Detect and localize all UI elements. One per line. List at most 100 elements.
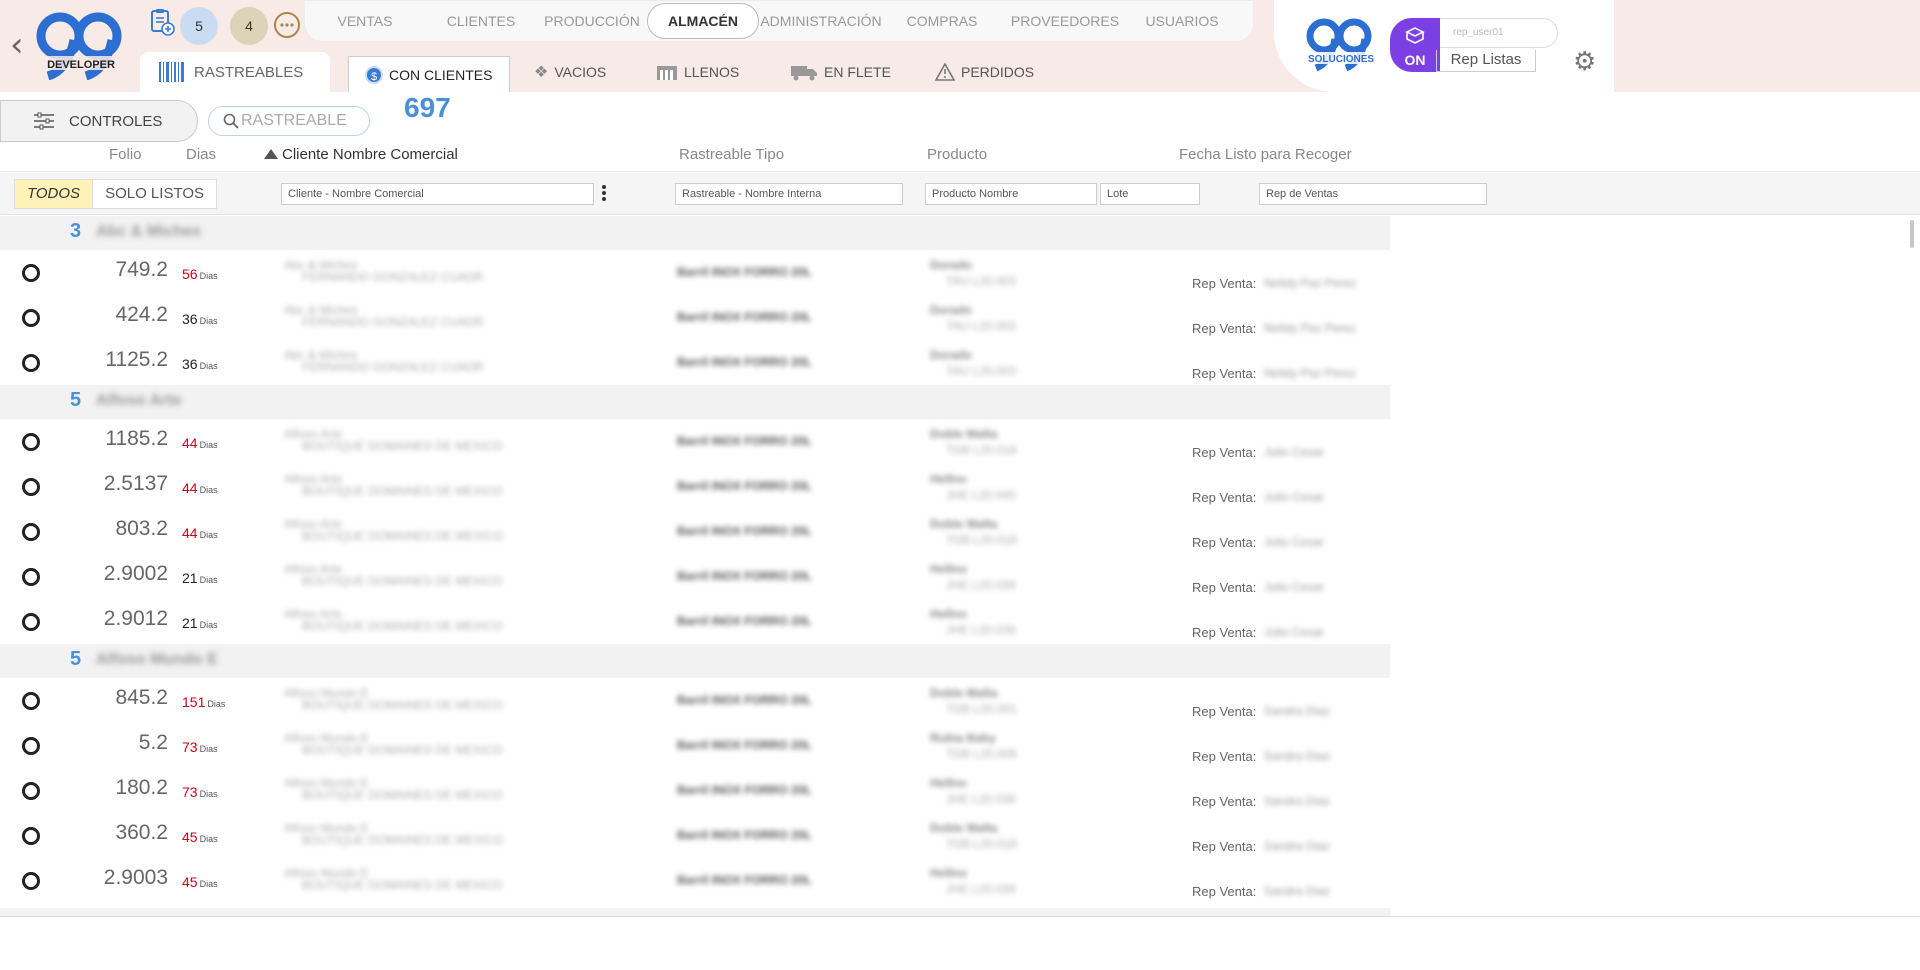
dias-unit: Dias (199, 530, 218, 540)
lote-filter-input[interactable]: Lote (1100, 183, 1200, 205)
developer-logo-caption: DEVELOPER (47, 59, 115, 71)
row-select-radio[interactable] (22, 872, 40, 890)
tab-en-flete-label: EN FLETE (824, 64, 891, 80)
client-legal-name: BOUTIQUE DOMAINES DE MEXICO (302, 743, 503, 757)
table-row[interactable]: 2.9003 45 Dias Alfoso Mundo E BOUTIQUE DOMAI… (0, 858, 1390, 903)
table-row[interactable]: 803.2 44 Dias Alfoso Arte BOUTIQUE DOMAINES … (0, 509, 1390, 554)
tab-en-flete[interactable]: EN FLETE (790, 52, 891, 92)
product-name: Dorado (930, 348, 972, 362)
rep-listas-button[interactable]: Rep Listas (1436, 50, 1536, 72)
column-dias[interactable]: Dias (186, 146, 216, 163)
gear-icon[interactable]: ⚙ (1573, 48, 1599, 74)
rastreable-type: Barril INOX FORRO 20L (677, 265, 812, 279)
group-count: 5 (70, 648, 82, 670)
table-row[interactable]: 360.2 45 Dias Alfoso Mundo E BOUTIQUE DOMAIN… (0, 813, 1390, 858)
rastreable-filter-input[interactable]: Rastreable - Nombre Interna (675, 183, 903, 205)
rep-label: Rep Venta: (1192, 794, 1257, 809)
table-row[interactable]: 5.2 73 Dias Alfoso Mundo E BOUTIQUE DOMAINES… (0, 723, 1390, 768)
tab-con-clientes[interactable]: $ CON CLIENTES (348, 56, 510, 92)
soluciones-logo[interactable]: SOLUCIONES (1304, 16, 1378, 74)
clipboard-add-icon[interactable] (148, 7, 176, 37)
nav-administracion[interactable]: ADMINISTRACIÓN (759, 3, 883, 39)
dias-value: 44 Dias (182, 480, 242, 496)
row-select-radio[interactable] (22, 478, 40, 496)
row-select-radio[interactable] (22, 568, 40, 586)
column-cliente[interactable]: Cliente Nombre Comercial (264, 146, 458, 163)
back-icon[interactable]: ‹ (10, 28, 24, 62)
scrollbar[interactable] (1910, 220, 1914, 248)
column-rastreable-tipo[interactable]: Rastreable Tipo (679, 146, 784, 163)
dias-count: 21 (182, 570, 198, 586)
cliente-filter-input[interactable]: Cliente - Nombre Comercial (281, 183, 594, 205)
notification-badge[interactable]: 5 (180, 7, 218, 45)
product-lot: JHE L20.045 (946, 488, 1016, 502)
tab-llenos[interactable]: LLENOS (656, 52, 739, 92)
group-client-name: Alfoso Mundo E (96, 651, 218, 668)
row-select-radio[interactable] (22, 613, 40, 631)
table-row[interactable]: 1125.2 36 Dias Abc & Miches FERNANDO GONZALE… (0, 340, 1390, 385)
product-name: Doble Malta (930, 821, 998, 835)
group-row[interactable]: 5 Alfoso Arte (0, 385, 1390, 419)
row-select-radio[interactable] (22, 433, 40, 451)
rep-label: Rep Venta: (1192, 535, 1257, 550)
nav-compras[interactable]: COMPRAS (883, 3, 1001, 39)
rastreable-type: Barril INOX FORRO 20L (677, 355, 812, 369)
nav-usuarios[interactable]: USUARIOS (1129, 3, 1235, 39)
producto-filter-input[interactable]: Producto Nombre (925, 183, 1097, 205)
kebab-menu-icon[interactable] (602, 185, 608, 203)
nav-proveedores[interactable]: PROVEEDORES (1001, 3, 1129, 39)
product-name: Doble Malta (930, 517, 998, 531)
column-folio[interactable]: Folio (109, 146, 142, 163)
row-select-radio[interactable] (22, 692, 40, 710)
dias-value: 73 Dias (182, 784, 242, 800)
row-select-radio[interactable] (22, 264, 40, 282)
nav-produccion[interactable]: PRODUCCIÓN (537, 3, 647, 39)
table-row[interactable]: 2.9002 21 Dias Alfoso Arte BOUTIQUE DOMAINES… (0, 554, 1390, 599)
table-row[interactable]: 2.5137 44 Dias Alfoso Arte BOUTIQUE DOMAINES… (0, 464, 1390, 509)
rastreable-type: Barril INOX FORRO 20L (677, 310, 812, 324)
rep-filter-input[interactable]: Rep de Ventas (1259, 183, 1487, 205)
todos-toggle[interactable]: TODOS (15, 180, 94, 208)
client-legal-name: BOUTIQUE DOMAINES DE MEXICO (302, 698, 503, 712)
group-row[interactable]: 5 Alfoso Mundo E (0, 644, 1390, 678)
developer-logo[interactable]: DEVELOPER (34, 10, 130, 80)
row-select-radio[interactable] (22, 354, 40, 372)
product-lot: TDB L20.009 (946, 747, 1017, 761)
table-row[interactable]: 180.2 73 Dias Alfoso Mundo E BOUTIQUE DOMAIN… (0, 768, 1390, 813)
table-row[interactable]: 424.2 36 Dias Abc & Miches FERNANDO GONZALEZ… (0, 295, 1390, 340)
column-fecha[interactable]: Fecha Listo para Recoger (1179, 146, 1352, 163)
dias-count: 45 (182, 829, 198, 845)
rastreable-type: Barril INOX FORRO 20L (677, 873, 812, 887)
table-row[interactable]: 845.2 151 Dias Alfoso Mundo E BOUTIQUE DOMAI… (0, 678, 1390, 723)
dias-unit: Dias (199, 789, 218, 799)
tab-vacios[interactable]: ❖ VACIOS (534, 52, 606, 92)
soluciones-logo-caption: SOLUCIONES (1308, 54, 1374, 65)
tab-rastreables[interactable]: RASTREABLES (140, 52, 330, 92)
group-row[interactable]: 3 Abc & Miches (0, 216, 1390, 250)
row-select-radio[interactable] (22, 782, 40, 800)
nav-almacen[interactable]: ALMACÉN (647, 3, 759, 39)
search-input[interactable]: RASTREABLE (208, 106, 370, 136)
row-select-radio[interactable] (22, 737, 40, 755)
on-toggle[interactable]: ON (1390, 18, 1440, 72)
sort-ascending-icon (264, 149, 278, 159)
tab-perdidos[interactable]: PERDIDOS (935, 52, 1034, 92)
chat-icon[interactable] (272, 10, 302, 40)
rep-user-field[interactable]: rep_user01 (1430, 18, 1558, 48)
client-legal-name: BOUTIQUE DOMAINES DE MEXICO (302, 878, 503, 892)
row-select-radio[interactable] (22, 309, 40, 327)
row-select-radio[interactable] (22, 523, 40, 541)
nav-clientes[interactable]: CLIENTES (425, 3, 537, 39)
column-producto[interactable]: Producto (927, 146, 987, 163)
table-row[interactable]: 1185.2 44 Dias Alfoso Arte BOUTIQUE DOMAINES… (0, 419, 1390, 464)
product-name: Hellno (930, 607, 967, 621)
nav-ventas[interactable]: VENTAS (305, 3, 425, 39)
dias-unit: Dias (199, 361, 218, 371)
table-row[interactable]: 749.2 56 Dias Abc & Miches FERNANDO GONZALEZ… (0, 250, 1390, 295)
controles-button[interactable]: CONTROLES (0, 100, 198, 142)
row-select-radio[interactable] (22, 827, 40, 845)
rastreable-type: Barril INOX FORRO 20L (677, 524, 812, 538)
table-row[interactable]: 2.9012 21 Dias Alfoso Arte BOUTIQUE DOMAINES… (0, 599, 1390, 644)
message-badge[interactable]: 4 (230, 7, 268, 45)
solo-listos-toggle[interactable]: SOLO LISTOS (93, 180, 216, 208)
